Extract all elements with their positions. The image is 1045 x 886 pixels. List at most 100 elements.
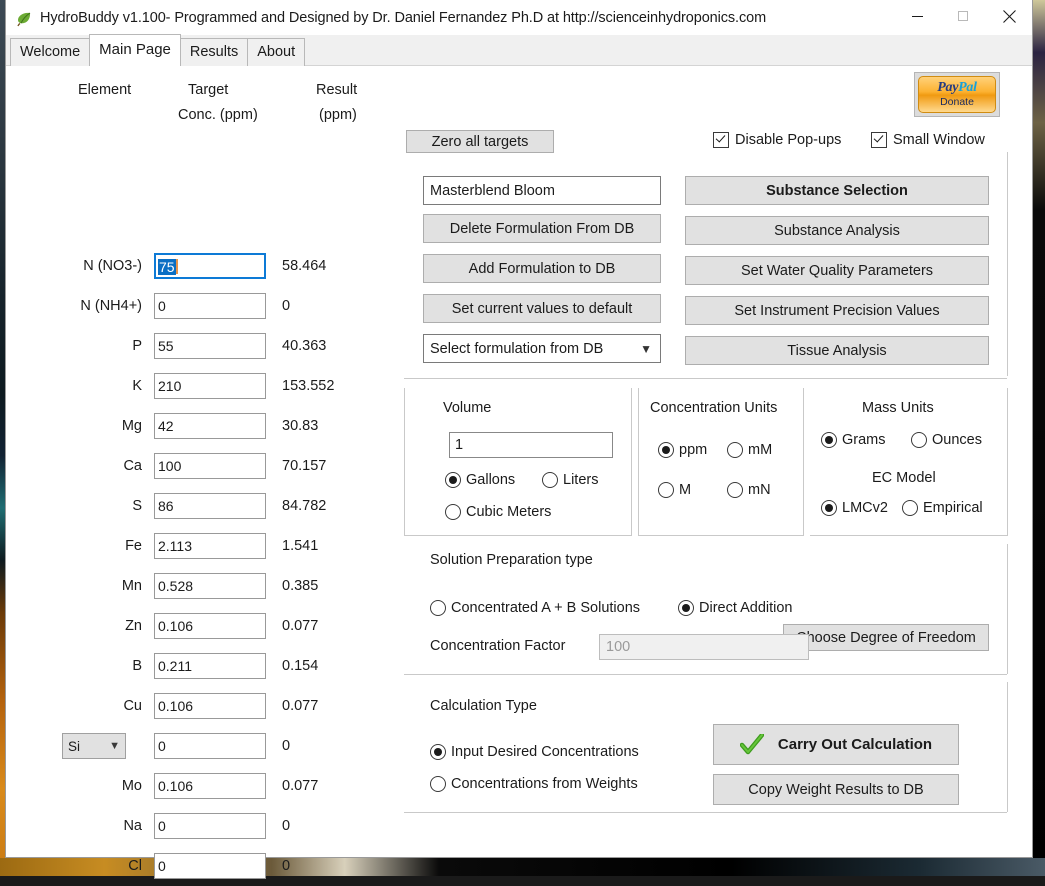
tab-welcome[interactable]: Welcome [10,38,90,66]
substance-analysis-button[interactable]: Substance Analysis [685,216,989,245]
element-label: P [6,338,154,354]
result-value: 1.541 [266,538,398,554]
set-instrument-precision-button[interactable]: Set Instrument Precision Values [685,296,989,325]
right-panel: PayPal Donate Zero all targets Disable P… [398,66,1034,856]
target-input-mo[interactable]: 0.106 [154,773,266,799]
small-window-checkbox[interactable]: Small Window [871,132,985,148]
maximize-button[interactable] [940,0,986,32]
result-value: 0 [266,858,398,874]
tab-results[interactable]: Results [180,38,248,66]
table-row: N (NH4+) 0 0 [6,286,398,326]
target-input-si[interactable]: 0 [154,733,266,759]
carry-out-calculation-button[interactable]: Carry Out Calculation [713,724,959,765]
choose-degree-of-freedom-button[interactable]: Choose Degree of Freedom [783,624,989,651]
target-input-na[interactable]: 0 [154,813,266,839]
target-input-k[interactable]: 210 [154,373,266,399]
mass-unit-ounces-label: Ounces [932,432,982,448]
ec-model-empirical-radio[interactable]: Empirical [902,500,983,516]
mass-units-group: Mass Units Grams Ounces EC Model LMCv2 E… [810,388,1007,536]
table-row: Mo 0.106 0.077 [6,766,398,806]
volume-unit-liters-radio[interactable]: Liters [542,472,598,488]
leaf-icon [15,10,33,28]
minimize-button[interactable] [894,0,940,32]
target-input-b[interactable]: 0.211 [154,653,266,679]
tab-about[interactable]: About [247,38,305,66]
solution-prep-direct-radio[interactable]: Direct Addition [678,600,793,616]
section-divider-1 [404,378,1007,379]
table-row: K 210 153.552 [6,366,398,406]
ec-model-title: EC Model [872,470,936,486]
calculation-type-title: Calculation Type [430,698,537,714]
result-value: 30.83 [266,418,398,434]
result-value: 153.552 [266,378,398,394]
result-value: 40.363 [266,338,398,354]
target-input-cl[interactable]: 0 [154,853,266,879]
paypal-button-face: PayPal Donate [918,76,996,113]
ec-model-empirical-label: Empirical [923,500,983,516]
column-header-target: Target [188,82,228,98]
window-title: HydroBuddy v1.100- Programmed and Design… [40,10,766,26]
substance-selection-button[interactable]: Substance Selection [685,176,989,205]
calc-input-concentrations-radio[interactable]: Input Desired Concentrations [430,744,639,760]
volume-unit-gallons-label: Gallons [466,472,515,488]
volume-input[interactable]: 1 [449,432,613,458]
solution-prep-title: Solution Preparation type [430,552,593,568]
delete-formulation-button[interactable]: Delete Formulation From DB [423,214,661,243]
target-input-s[interactable]: 86 [154,493,266,519]
volume-unit-gallons-radio[interactable]: Gallons [445,472,515,488]
chevron-down-icon: ▼ [640,342,652,356]
panel-divider-vertical [1007,152,1008,376]
target-input-p[interactable]: 55 [154,333,266,359]
ec-model-lmcv2-label: LMCv2 [842,500,888,516]
result-value: 84.782 [266,498,398,514]
radio-icon [658,442,674,458]
concentration-factor-input[interactable]: 100 [599,634,809,660]
element-label: Mn [6,578,154,594]
target-input-mn[interactable]: 0.528 [154,573,266,599]
paypal-pay-text: Pay [937,80,958,95]
calc-input-concentrations-label: Input Desired Concentrations [451,744,639,760]
radio-icon [902,500,918,516]
select-formulation-dropdown[interactable]: Select formulation from DB ▼ [423,334,661,363]
table-row: Zn 0.106 0.077 [6,606,398,646]
element-select-value: Si [68,739,80,754]
result-value: 0.077 [266,698,398,714]
application-window: HydroBuddy v1.100- Programmed and Design… [5,0,1033,858]
set-water-quality-button[interactable]: Set Water Quality Parameters [685,256,989,285]
formulation-name-input[interactable]: Masterblend Bloom [423,176,661,205]
target-input-mg[interactable]: 42 [154,413,266,439]
element-select-si[interactable]: Si ▼ [62,733,126,759]
conc-unit-mn-radio[interactable]: mN [727,482,771,498]
radio-icon [727,482,743,498]
target-input-n-no3[interactable]: 75 [154,253,266,279]
tab-main-page[interactable]: Main Page [89,34,181,66]
tissue-analysis-button[interactable]: Tissue Analysis [685,336,989,365]
target-input-zn[interactable]: 0.106 [154,613,266,639]
zero-all-targets-button[interactable]: Zero all targets [406,130,554,153]
conc-unit-mm-radio[interactable]: mM [727,442,772,458]
conc-unit-ppm-radio[interactable]: ppm [658,442,707,458]
set-default-values-button[interactable]: Set current values to default [423,294,661,323]
disable-popups-checkbox[interactable]: Disable Pop-ups [713,132,841,148]
target-input-n-nh4[interactable]: 0 [154,293,266,319]
target-input-cu[interactable]: 0.106 [154,693,266,719]
ec-model-lmcv2-radio[interactable]: LMCv2 [821,500,888,516]
concentration-factor-label: Concentration Factor [430,638,565,654]
calc-from-weights-radio[interactable]: Concentrations from Weights [430,776,638,792]
add-formulation-button[interactable]: Add Formulation to DB [423,254,661,283]
table-row: P 55 40.363 [6,326,398,366]
target-input-ca[interactable]: 100 [154,453,266,479]
paypal-donate-button[interactable]: PayPal Donate [914,72,1000,117]
mass-unit-ounces-radio[interactable]: Ounces [911,432,982,448]
calc-from-weights-label: Concentrations from Weights [451,776,638,792]
mass-unit-grams-radio[interactable]: Grams [821,432,886,448]
conc-unit-m-radio[interactable]: M [658,482,691,498]
copy-weight-results-button[interactable]: Copy Weight Results to DB [713,774,959,805]
volume-unit-cubic-meters-radio[interactable]: Cubic Meters [445,504,551,520]
radio-icon [430,776,446,792]
target-input-fe[interactable]: 2.113 [154,533,266,559]
solution-prep-concentrated-radio[interactable]: Concentrated A + B Solutions [430,600,640,616]
column-header-result-units: (ppm) [319,107,357,123]
close-button[interactable] [986,0,1032,32]
concentration-units-title: Concentration Units [650,400,777,416]
